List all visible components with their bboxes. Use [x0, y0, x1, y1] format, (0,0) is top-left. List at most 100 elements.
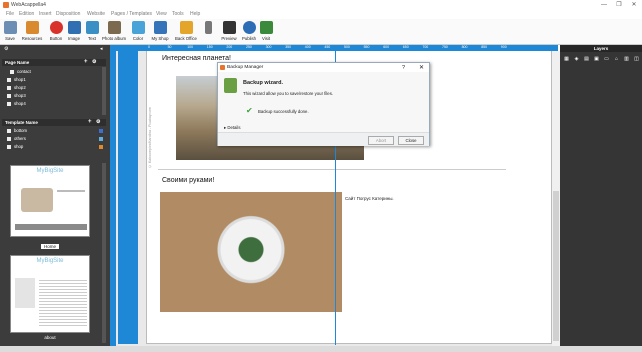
page-thumbnail-home[interactable]: MyBigSite — [10, 165, 90, 237]
thumbnail-figure — [15, 278, 35, 308]
template-item-bottom[interactable]: bottom — [7, 127, 27, 134]
left-panel: ⚙ ◂ Page Name + ⚙ contact shop1 shop2 sh… — [0, 45, 110, 352]
settings-gear-icon[interactable]: ⚙ — [4, 46, 8, 52]
publish-button[interactable]: Publish — [241, 21, 257, 41]
ruler-tick-label: 100 — [187, 45, 194, 49]
ruler-tick-label: 50 — [167, 45, 172, 49]
resources-button[interactable]: Resources — [21, 21, 43, 41]
minimize-button[interactable]: — — [597, 1, 611, 9]
folder-icon — [7, 101, 11, 106]
layer-tool-icon[interactable]: ⌂ — [613, 56, 620, 62]
page-thumbnail-about[interactable]: MyBigSite — [10, 255, 90, 333]
back-office-button[interactable]: Back Office — [174, 21, 198, 41]
my-shop-button[interactable]: My Shop — [151, 21, 169, 41]
separator-line — [158, 169, 506, 170]
dialog-body: Backup wizard. This wizard allow you to … — [218, 72, 429, 132]
section-heading-handmade[interactable]: Своими руками! — [162, 177, 214, 184]
template-settings-icon[interactable]: ⚙ — [96, 119, 100, 126]
details-toggle[interactable]: ▸ Details — [224, 125, 241, 131]
pages-panel-title: Page Name — [5, 60, 30, 65]
photo-album-icon — [107, 21, 121, 34]
layer-tool-icon[interactable]: ▭ — [603, 56, 610, 62]
restore-button[interactable]: ❐ — [612, 1, 626, 9]
folder-icon — [7, 93, 11, 98]
ruler-tick-label: 700 — [422, 45, 429, 49]
add-page-icon[interactable]: + — [84, 59, 88, 66]
wizard-title: Backup wizard. — [243, 80, 284, 86]
page-settings-icon[interactable]: ⚙ — [92, 59, 96, 66]
page-item-shop1[interactable]: shop1 — [7, 76, 26, 83]
menu-disposition[interactable]: Disposition — [56, 11, 80, 17]
preview-icon — [222, 21, 236, 34]
layers-panel: Layers ▦ ◈ ▤ ▣ ▭ ⌂ ▥ ◫ — [560, 45, 642, 352]
thumbnail-text-line — [57, 190, 85, 192]
dialog-titlebar: Backup Manager ? ✕ — [218, 63, 429, 72]
template-color-chip — [99, 129, 103, 133]
ruler-tick-label: 900 — [500, 45, 507, 49]
color-tool[interactable]: Color — [131, 21, 145, 41]
layer-tool-icon[interactable]: ◫ — [633, 56, 640, 62]
page-item-shop3[interactable]: shop3 — [7, 92, 26, 99]
button-icon — [49, 21, 63, 34]
layer-tool-icon[interactable]: ◈ — [573, 56, 580, 62]
close-window-button[interactable]: ✕ — [627, 1, 641, 9]
page-item-shop4[interactable]: shop4 — [7, 100, 26, 107]
button-tool[interactable]: Button — [49, 21, 63, 41]
thumbnails-scrollbar[interactable] — [102, 163, 106, 343]
menu-insert[interactable]: Insert — [39, 11, 52, 17]
ruler-tick-label: 650 — [402, 45, 409, 49]
close-button[interactable]: Close — [398, 136, 424, 145]
template-item-shop[interactable]: shop — [7, 143, 23, 150]
menu-help[interactable]: Help — [190, 11, 200, 17]
device-icon — [204, 21, 212, 34]
canvas-scrollbar-thumb[interactable] — [553, 191, 559, 341]
template-color-chip — [99, 137, 103, 141]
image-caption[interactable]: Сайт Погрус Катерины. — [345, 196, 394, 201]
layer-tool-icon[interactable]: ▣ — [593, 56, 600, 62]
save-button[interactable]: Save — [3, 21, 17, 41]
pages-panel-header: Page Name + ⚙ — [2, 59, 106, 66]
text-tool[interactable]: Text — [85, 21, 99, 41]
dialog-footer: Abort Close — [218, 132, 429, 146]
photo-credit: © Kaboompics/Karolina - Pixabay.com — [148, 107, 152, 168]
layer-tool-icon[interactable]: ▤ — [583, 56, 590, 62]
device-button[interactable] — [203, 21, 213, 34]
menu-pages-templates[interactable]: Pages / Templates — [111, 11, 152, 17]
photo-album-tool[interactable]: Photo album — [102, 21, 126, 41]
image-tool[interactable]: Image — [67, 21, 81, 41]
pages-scrollbar[interactable] — [102, 67, 106, 115]
template-color-chip — [99, 145, 103, 149]
page-item-contact[interactable]: contact — [10, 68, 31, 75]
layer-tool-icon[interactable]: ▦ — [563, 56, 570, 62]
add-template-icon[interactable]: + — [88, 119, 92, 126]
collapse-arrow-icon[interactable]: ◂ — [100, 46, 103, 52]
ruler-tick-label: 500 — [344, 45, 350, 49]
ruler-tick-label: 600 — [383, 45, 390, 49]
abort-button[interactable]: Abort — [368, 136, 394, 145]
backup-status: Backup successfully done. — [258, 109, 309, 114]
preview-button[interactable]: Preview — [221, 21, 237, 41]
page-item-shop2[interactable]: shop2 — [7, 84, 26, 91]
menu-tools[interactable]: Tools — [172, 11, 184, 17]
app-logo-icon — [220, 65, 225, 70]
section-heading-planet[interactable]: Интересная планета! — [162, 55, 231, 62]
thumbnail-text-block — [39, 278, 87, 328]
plate-with-succulent-photo[interactable] — [160, 192, 342, 312]
ruler-tick-label: 800 — [461, 45, 468, 49]
dialog-title: Backup Manager — [227, 65, 264, 70]
visit-button[interactable]: Visit — [259, 21, 273, 41]
menu-website[interactable]: Website — [87, 11, 105, 17]
layers-header: Layers — [560, 45, 642, 52]
menu-edition[interactable]: Edition — [19, 11, 34, 17]
thumbnail-label-home: Home — [41, 244, 59, 249]
canvas-scrollbar[interactable] — [552, 51, 560, 346]
ruler-tick-label: 450 — [324, 45, 331, 49]
layer-tool-icon[interactable]: ▥ — [623, 56, 630, 62]
folder-icon — [7, 77, 11, 82]
menu-file[interactable]: File — [6, 11, 14, 17]
backup-manager-dialog: Backup Manager ? ✕ Backup wizard. This w… — [217, 62, 430, 146]
app-logo-icon — [3, 2, 9, 8]
template-item-others[interactable]: others — [7, 135, 26, 142]
ruler-tick-label: 550 — [363, 45, 370, 49]
menu-view[interactable]: View — [156, 11, 167, 17]
